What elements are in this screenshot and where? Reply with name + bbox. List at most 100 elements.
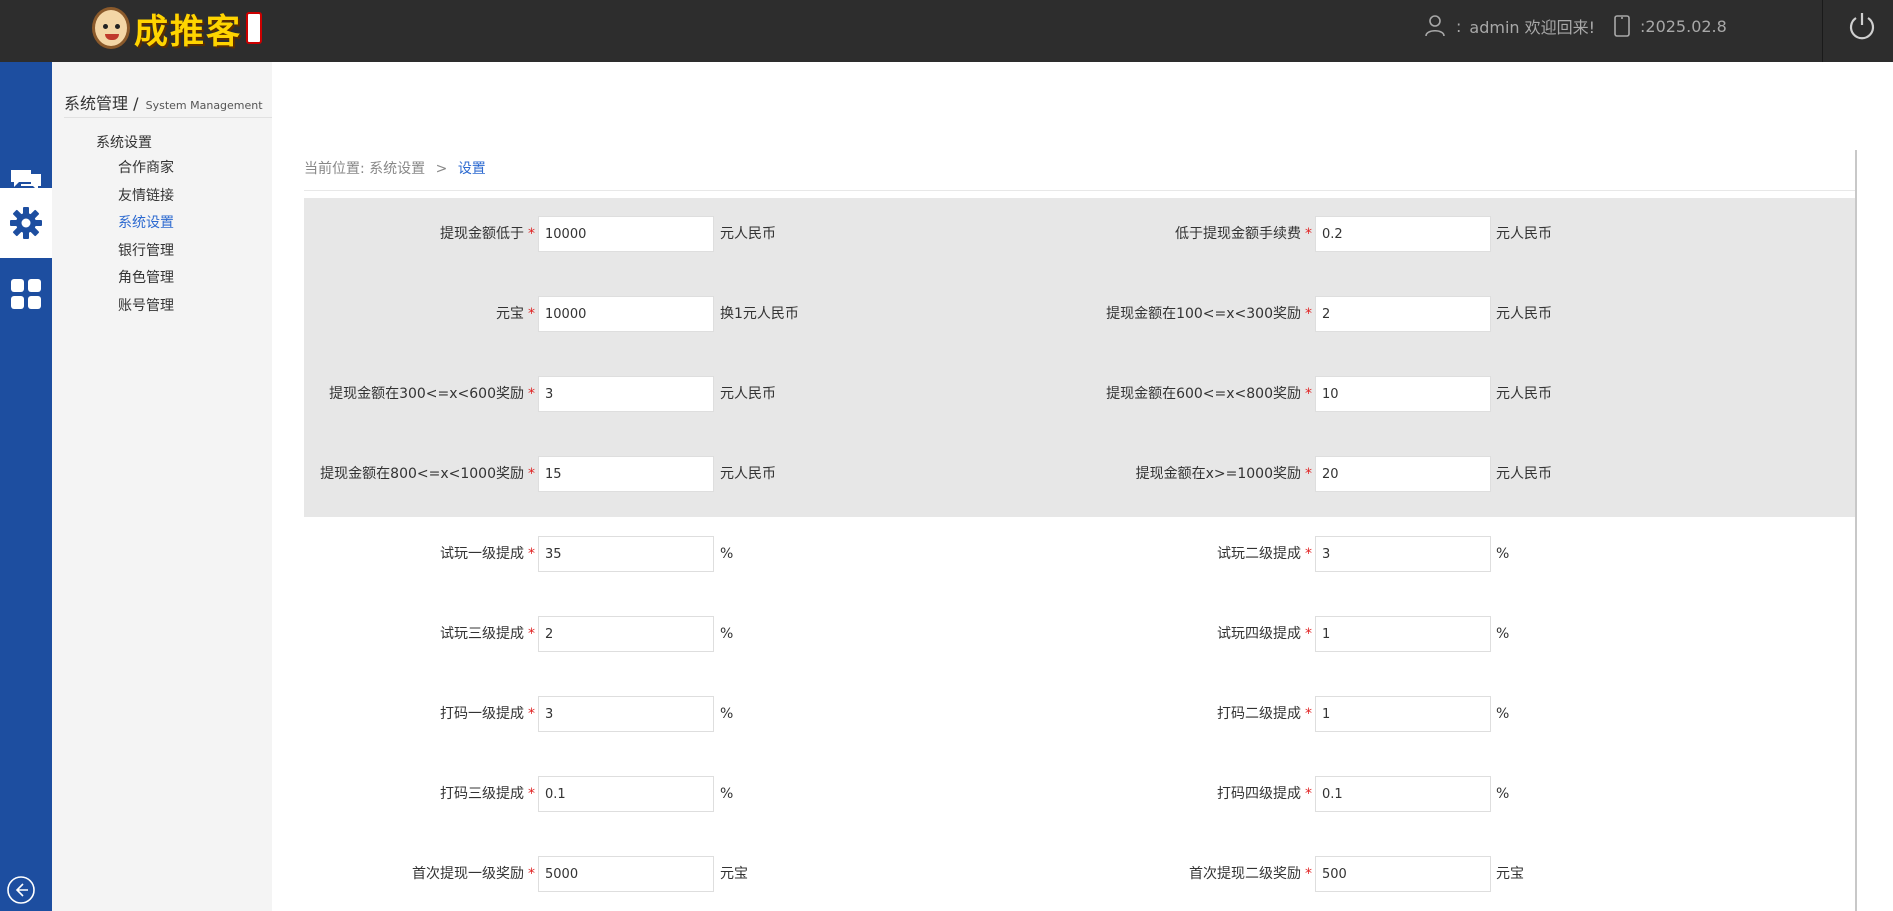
required-marker: *	[528, 786, 535, 802]
field-unit: 元人民币	[1496, 306, 1552, 322]
field-label-text: 提现金额在800<=x<1000奖励	[320, 466, 524, 482]
required-marker: *	[528, 466, 535, 482]
withdrawal-settings-panel	[304, 198, 1857, 517]
required-marker: *	[1305, 626, 1312, 642]
field-label: 试玩四级提成 *	[1217, 616, 1312, 652]
field-label-text: 打码三级提成	[440, 786, 524, 802]
breadcrumb-divider	[304, 190, 1857, 191]
field-label-text: 元宝	[496, 306, 524, 322]
subnav-item[interactable]: 银行管理	[118, 240, 174, 260]
user-colon: :	[1456, 16, 1462, 36]
field-label-text: 打码二级提成	[1217, 706, 1301, 722]
setting-input[interactable]	[538, 696, 714, 732]
subnav-item[interactable]: 账号管理	[118, 295, 174, 315]
field-label: 提现金额低于 *	[440, 216, 535, 252]
field-label-text: 低于提现金额手续费	[1175, 226, 1301, 242]
iconbar-dashboard[interactable]	[0, 259, 52, 329]
setting-input[interactable]	[538, 856, 714, 892]
field-unit: 元人民币	[1496, 466, 1552, 482]
field-label: 打码一级提成 *	[440, 696, 535, 732]
setting-input[interactable]	[1315, 856, 1491, 892]
required-marker: *	[528, 306, 535, 322]
user-icon	[1425, 15, 1445, 37]
field-unit: %	[720, 546, 734, 562]
top-divider	[1822, 0, 1823, 62]
sub-navigation: 系统管理 / System Management 系统设置 合作商家 友情链接 系统…	[52, 62, 272, 911]
setting-input[interactable]	[1315, 296, 1491, 332]
date-display: : 2025.02.8	[1612, 13, 1727, 39]
field-label-text: 提现金额在x>=1000奖励	[1135, 466, 1301, 482]
field-label: 元宝 *	[496, 296, 535, 332]
setting-input[interactable]	[1315, 616, 1491, 652]
field-label-text: 试玩三级提成	[440, 626, 524, 642]
field-unit: %	[720, 786, 734, 802]
field-unit: 元人民币	[1496, 386, 1552, 402]
setting-input[interactable]	[538, 376, 714, 412]
field-label: 打码二级提成 *	[1217, 696, 1312, 732]
iconbar-settings[interactable]	[0, 188, 52, 258]
field-label-text: 首次提现一级奖励	[412, 866, 524, 882]
field-label-text: 提现金额在100<=x<300奖励	[1106, 306, 1301, 322]
required-marker: *	[1305, 466, 1312, 482]
required-marker: *	[528, 386, 535, 402]
required-marker: *	[1305, 386, 1312, 402]
subnav-title-zh: 系统管理	[64, 94, 129, 113]
field-unit: 元人民币	[720, 386, 776, 402]
subnav-item[interactable]: 友情链接	[118, 185, 174, 205]
field-label-text: 打码四级提成	[1217, 786, 1301, 802]
required-marker: *	[528, 226, 535, 242]
field-label: 提现金额在600<=x<800奖励 *	[1106, 376, 1312, 412]
required-marker: *	[528, 626, 535, 642]
logo[interactable]: 成推客	[92, 4, 262, 52]
field-label-text: 提现金额低于	[440, 226, 524, 242]
user-greeting[interactable]: : admin 欢迎回来!	[1424, 13, 1595, 39]
field-unit: 元人民币	[1496, 226, 1552, 242]
field-unit: 换1元人民币	[720, 306, 799, 322]
setting-input[interactable]	[538, 776, 714, 812]
setting-input[interactable]	[538, 216, 714, 252]
field-unit: 元人民币	[720, 226, 776, 242]
icon-bar	[0, 62, 52, 911]
field-label: 提现金额在x>=1000奖励 *	[1136, 456, 1312, 492]
field-label-text: 打码一级提成	[440, 706, 524, 722]
field-unit: 元人民币	[720, 466, 776, 482]
field-unit: %	[1496, 706, 1510, 722]
power-icon[interactable]	[1846, 10, 1878, 42]
field-unit: %	[1496, 626, 1510, 642]
logo-seal	[246, 12, 262, 44]
required-marker: *	[528, 706, 535, 722]
breadcrumb-parent[interactable]: 系统设置	[369, 161, 425, 177]
setting-input[interactable]	[538, 296, 714, 332]
setting-input[interactable]	[1315, 536, 1491, 572]
back-icon[interactable]	[6, 875, 36, 905]
field-label-text: 试玩一级提成	[440, 546, 524, 562]
field-label: 低于提现金额手续费 *	[1175, 216, 1312, 252]
setting-input[interactable]	[1315, 456, 1491, 492]
setting-input[interactable]	[1315, 776, 1491, 812]
subnav-item[interactable]: 系统设置	[118, 212, 174, 232]
field-label: 试玩一级提成 *	[440, 536, 535, 572]
field-unit: %	[1496, 786, 1510, 802]
breadcrumb: 当前位置: 系统设置 > 设置	[304, 158, 486, 178]
field-label-text: 提现金额在600<=x<800奖励	[1106, 386, 1301, 402]
subnav-item[interactable]: 角色管理	[118, 267, 174, 287]
field-label-text: 试玩二级提成	[1217, 546, 1301, 562]
setting-input[interactable]	[538, 536, 714, 572]
setting-input[interactable]	[538, 616, 714, 652]
scrollbar-track[interactable]	[1855, 150, 1857, 911]
breadcrumb-separator: >	[435, 161, 448, 177]
subnav-item[interactable]: 合作商家	[118, 157, 174, 177]
required-marker: *	[528, 546, 535, 562]
required-marker: *	[1305, 226, 1312, 242]
setting-input[interactable]	[1315, 376, 1491, 412]
top-bar: 成推客 : admin 欢迎回来! : 2025.02.8	[0, 0, 1893, 62]
field-label-text: 提现金额在300<=x<600奖励	[329, 386, 524, 402]
field-unit: %	[1496, 546, 1510, 562]
setting-input[interactable]	[1315, 696, 1491, 732]
required-marker: *	[1305, 546, 1312, 562]
phone-icon	[1614, 15, 1630, 37]
field-unit: 元宝	[1496, 866, 1524, 882]
setting-input[interactable]	[1315, 216, 1491, 252]
subnav-group-label[interactable]: 系统设置	[96, 132, 152, 152]
setting-input[interactable]	[538, 456, 714, 492]
